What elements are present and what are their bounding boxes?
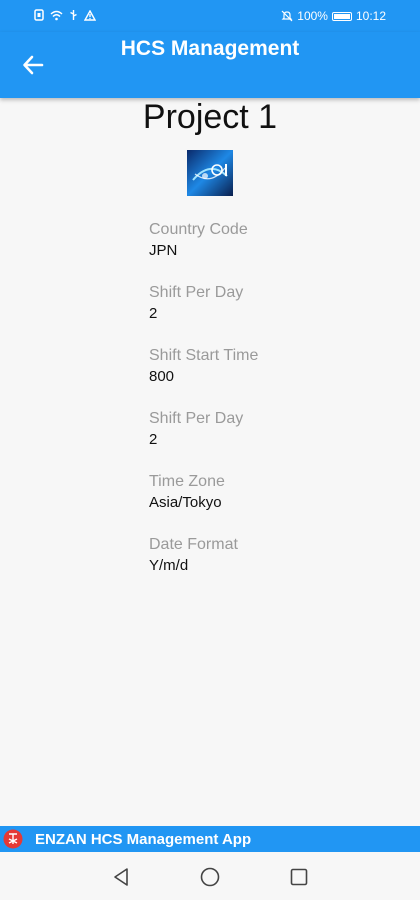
enzan-logo-icon [3, 829, 23, 849]
footer-banner: ENZAN HCS Management App [0, 826, 420, 852]
field-value: 2 [149, 431, 158, 448]
triangle-back-icon [114, 868, 128, 886]
field-label: Time Zone [149, 473, 225, 490]
field-value: 800 [149, 368, 175, 385]
field-value: 2 [149, 305, 158, 322]
field-value: Y/m/d [149, 557, 189, 574]
app-title: HCS Management [120, 37, 300, 60]
field-date-format: Date Format Y/m/d [149, 535, 258, 598]
system-nav-bar [0, 852, 420, 900]
field-shift-per-day-2: Shift Per Day 2 [149, 409, 258, 472]
app-bar: HCS Management [0, 32, 420, 98]
field-label: Date Format [149, 536, 238, 553]
field-label: Shift Per Day [149, 410, 244, 427]
sim-icon [34, 9, 44, 21]
nav-back-button[interactable] [109, 865, 133, 889]
status-left-icons [34, 9, 96, 21]
status-time: 10:12 [355, 9, 386, 23]
project-details: Country Code JPN Shift Per Day 2 Shift S… [149, 220, 258, 598]
field-country-code: Country Code JPN [149, 220, 258, 283]
field-value: Asia/Tokyo [149, 494, 222, 511]
square-recents-icon [290, 868, 308, 886]
status-right-icons: 100% 10:12 [281, 9, 386, 23]
battery-percent: 100% [297, 9, 328, 23]
nav-home-button[interactable] [198, 865, 222, 889]
circle-home-icon [200, 867, 220, 887]
project-title: Project 1 [142, 98, 278, 136]
field-label: Country Code [149, 221, 248, 238]
field-shift-start-time: Shift Start Time 800 [149, 346, 258, 409]
field-value: JPN [149, 242, 178, 259]
warning-icon [84, 9, 96, 21]
nav-recents-button[interactable] [287, 865, 311, 889]
field-label: Shift Start Time [149, 347, 259, 364]
wifi-icon [50, 10, 63, 20]
field-time-zone: Time Zone Asia/Tokyo [149, 472, 258, 535]
project-logo [187, 150, 233, 196]
mute-icon [281, 10, 293, 22]
footer-text: ENZAN HCS Management App [35, 831, 252, 848]
field-label: Shift Per Day [149, 284, 244, 301]
field-shift-per-day: Shift Per Day 2 [149, 283, 258, 346]
status-bar: 100% 10:12 [0, 0, 420, 32]
battery-icon [331, 11, 352, 21]
usb-icon [70, 10, 77, 20]
